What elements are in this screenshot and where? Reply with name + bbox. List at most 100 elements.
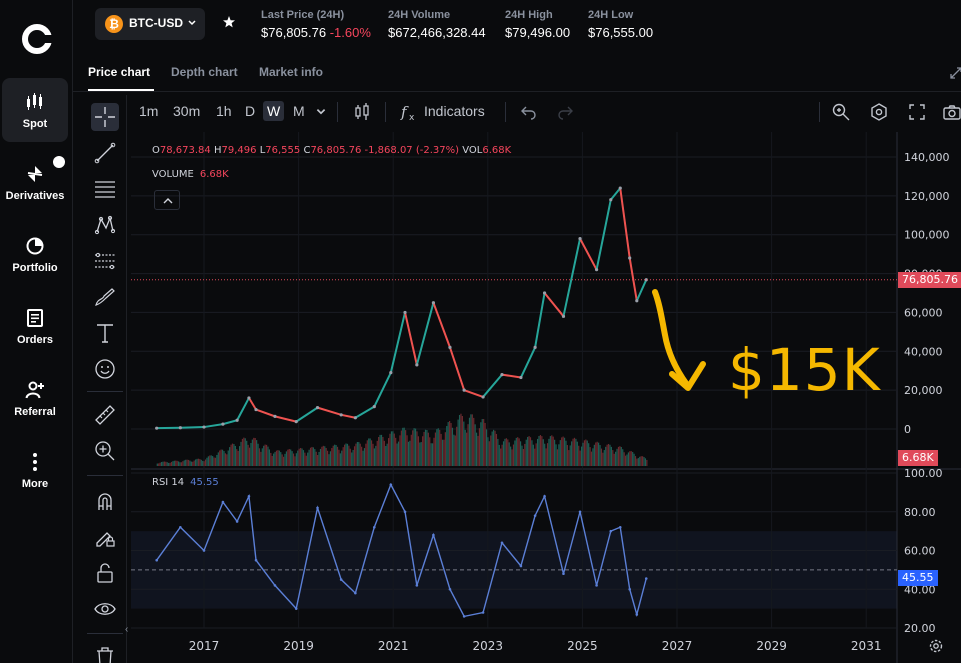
volume-bar — [539, 435, 542, 466]
volume-bar — [387, 438, 390, 466]
volume-bar — [362, 450, 364, 466]
price-segment — [203, 423, 224, 429]
volume-bar — [630, 451, 632, 466]
volume-bar — [518, 438, 520, 466]
volume-bar — [644, 458, 647, 466]
volume-bar — [639, 456, 641, 466]
volume-bar — [315, 451, 317, 466]
volume-bar — [480, 422, 482, 466]
volume-bar — [451, 427, 454, 466]
volume-bar — [224, 453, 227, 466]
volume-bar — [257, 443, 259, 466]
volume-bar — [576, 441, 578, 466]
volume-bar — [429, 437, 431, 466]
volume-bar — [453, 434, 455, 466]
rsi-point — [519, 564, 523, 568]
volume-bar — [321, 446, 323, 466]
price-point — [254, 407, 258, 412]
rsi-point — [481, 611, 485, 614]
volume-bar — [536, 438, 539, 466]
price-point — [618, 186, 622, 190]
volume-bar — [365, 443, 367, 466]
volume-bar — [209, 455, 211, 466]
time-tick-label: 2017 — [189, 639, 220, 653]
volume-bar — [495, 433, 498, 466]
volume-bar — [595, 442, 597, 466]
price-point — [578, 237, 582, 241]
volume-bar — [500, 448, 502, 466]
volume-bar — [440, 433, 442, 466]
price-point — [533, 345, 537, 349]
volume-bar — [532, 444, 534, 466]
volume-bar — [339, 453, 341, 466]
volume-bar — [386, 443, 388, 466]
volume-bar — [261, 448, 263, 466]
price-tick-label: 60,000 — [904, 306, 943, 319]
volume-bar — [603, 450, 605, 466]
volume-bar — [522, 449, 525, 466]
volume-bar — [545, 448, 547, 466]
volume-bar — [385, 445, 387, 466]
volume-bar — [619, 446, 621, 466]
volume-bar — [461, 415, 463, 466]
volume-bar — [646, 459, 648, 466]
volume-bar — [586, 440, 588, 466]
volume-bar — [471, 414, 473, 466]
rsi-point — [644, 577, 648, 580]
volume-bar — [383, 440, 385, 466]
volume-bar — [477, 435, 479, 466]
volume-bar — [393, 433, 395, 466]
volume-bar — [510, 446, 512, 466]
volume-bar — [434, 432, 437, 466]
volume-bar — [319, 448, 322, 466]
price-point — [431, 301, 436, 305]
volume-bar — [473, 417, 475, 466]
volume-bar — [443, 439, 445, 466]
volume-bar — [640, 456, 642, 466]
volume-bar — [433, 437, 435, 466]
volume-bar — [213, 457, 215, 466]
volume-bar — [636, 458, 638, 466]
rsi-point — [609, 529, 613, 533]
volume-bar — [517, 437, 519, 466]
volume-bar — [624, 455, 627, 466]
legend-change: -1,868.07 (-2.37%) — [364, 145, 460, 156]
volume-bar — [226, 454, 228, 466]
volume-bar — [407, 441, 410, 466]
gear-icon[interactable] — [928, 638, 944, 654]
volume-bar — [616, 448, 618, 466]
rsi-point — [179, 525, 182, 529]
volume-bar — [373, 448, 376, 466]
volume-bar — [454, 435, 456, 466]
volume-bar — [558, 444, 560, 466]
volume-bar — [185, 459, 187, 466]
volume-bar — [366, 440, 368, 466]
price-chart[interactable]: 140,000120,000100,00080,00060,00040,0002… — [0, 0, 961, 663]
volume-bar — [575, 438, 577, 466]
volume-bar — [505, 438, 507, 466]
price-point — [561, 314, 566, 318]
volume-bar — [237, 450, 239, 466]
volume-bar — [632, 451, 634, 466]
volume-bar — [546, 443, 549, 466]
volume-bar — [494, 430, 496, 466]
price-point — [235, 418, 239, 422]
volume-bar — [344, 444, 346, 466]
volume-bar — [399, 435, 401, 466]
volume-bar — [324, 446, 326, 466]
volume-bar — [166, 462, 168, 466]
volume-bar — [334, 444, 336, 466]
volume-bar — [592, 448, 594, 466]
price-segment — [449, 347, 466, 391]
volume-bar — [437, 428, 439, 466]
volume-bar — [488, 441, 490, 466]
price-point — [247, 396, 251, 400]
volume-bar — [231, 443, 234, 466]
volume-bar — [258, 448, 261, 466]
volume-bar — [278, 450, 280, 466]
volume-bar — [617, 446, 620, 466]
volume-bar — [414, 428, 417, 466]
time-tick-label: 2029 — [756, 639, 787, 653]
collapse-legend-button[interactable] — [154, 190, 180, 210]
rsi-point — [462, 615, 466, 618]
